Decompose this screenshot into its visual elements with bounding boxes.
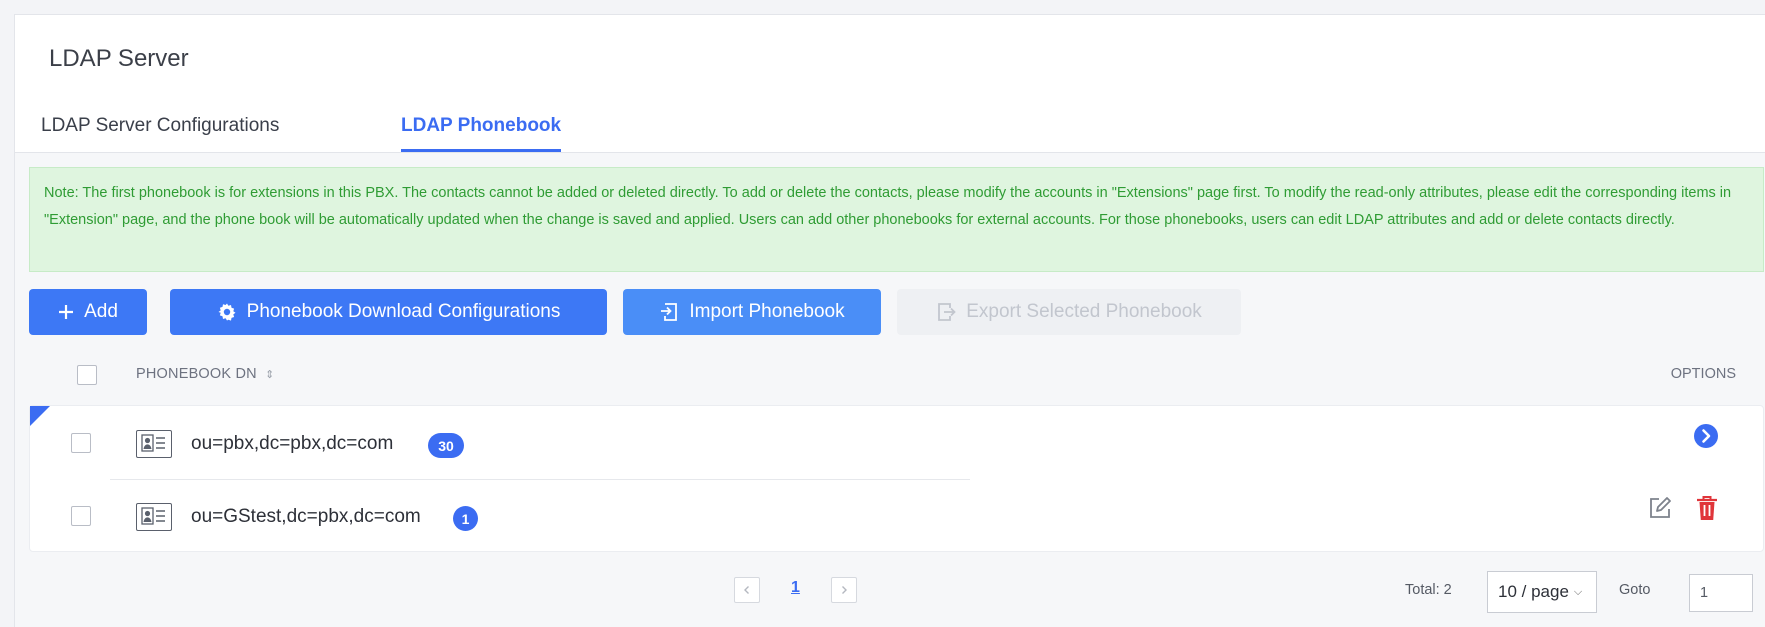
column-header-options: OPTIONS bbox=[1670, 366, 1736, 382]
chevron-right-icon bbox=[842, 586, 847, 594]
go-icon[interactable] bbox=[1693, 423, 1719, 449]
next-page-button[interactable] bbox=[831, 577, 857, 603]
select-all-checkbox[interactable] bbox=[77, 365, 97, 385]
phonebook-icon bbox=[136, 430, 172, 458]
add-button-label: Add bbox=[84, 301, 118, 322]
phonebook-dn: ou=pbx,dc=pbx,dc=com bbox=[191, 433, 394, 454]
sort-icon[interactable]: ⇕ bbox=[265, 369, 274, 381]
config-button-label: Phonebook Download Configurations bbox=[246, 301, 561, 322]
export-button-label: Export Selected Phonebook bbox=[966, 301, 1202, 322]
row-checkbox[interactable] bbox=[71, 433, 91, 453]
page-size-value: 10 / page bbox=[1498, 582, 1569, 601]
page-title: LDAP Server bbox=[49, 45, 189, 72]
import-phonebook-button[interactable]: Import Phonebook bbox=[623, 289, 881, 335]
prev-page-button[interactable] bbox=[734, 577, 760, 603]
column-header-phonebook-dn[interactable]: PHONEBOOK DN ⇕ bbox=[136, 366, 275, 382]
chevron-down-icon: ⌵ bbox=[1573, 585, 1583, 598]
export-selected-phonebook-button[interactable]: Export Selected Phonebook bbox=[897, 289, 1241, 335]
gear-icon bbox=[218, 303, 236, 321]
table-row[interactable]: ou=GStest,dc=pbx,dc=com 1 bbox=[30, 479, 1763, 552]
row-checkbox[interactable] bbox=[71, 506, 91, 526]
phonebook-icon bbox=[136, 503, 172, 531]
page-number[interactable]: 1 bbox=[791, 579, 800, 597]
goto-input[interactable] bbox=[1689, 574, 1753, 612]
edit-icon[interactable] bbox=[1647, 495, 1673, 521]
chevron-left-icon bbox=[744, 586, 749, 594]
column-header-phonebook-dn-label: PHONEBOOK DN bbox=[136, 366, 257, 382]
phonebook-download-configurations-button[interactable]: Phonebook Download Configurations bbox=[170, 289, 607, 335]
delete-icon[interactable] bbox=[1695, 495, 1719, 522]
goto-label: Goto bbox=[1619, 582, 1651, 598]
tab-ldap-server-configurations[interactable]: LDAP Server Configurations bbox=[41, 115, 279, 149]
default-marker bbox=[30, 406, 50, 426]
table-header: PHONEBOOK DN ⇕ OPTIONS bbox=[29, 353, 1764, 397]
total-count: Total: 2 bbox=[1405, 582, 1452, 598]
tab-content: Note: The first phonebook is for extensi… bbox=[15, 153, 1765, 627]
tab-ldap-phonebook[interactable]: LDAP Phonebook bbox=[401, 115, 562, 152]
export-icon bbox=[938, 303, 956, 321]
contact-count-badge: 1 bbox=[453, 506, 478, 531]
tab-bar: LDAP Server Configurations LDAP Phoneboo… bbox=[15, 103, 1765, 153]
page-size-select[interactable]: 10 / page ⌵ bbox=[1487, 571, 1597, 613]
phonebook-dn: ou=GStest,dc=pbx,dc=com bbox=[191, 506, 421, 527]
add-button[interactable]: Add bbox=[29, 289, 147, 335]
app-frame: LDAP Server LDAP Server Configurations L… bbox=[14, 14, 1765, 627]
phonebook-table: ou=pbx,dc=pbx,dc=com 30 ou=GStest,dc=pbx… bbox=[29, 405, 1764, 552]
plus-icon bbox=[59, 305, 74, 319]
pagination: 1 Total: 2 10 / page ⌵ Goto bbox=[15, 571, 1765, 615]
import-button-label: Import Phonebook bbox=[689, 301, 845, 322]
contact-count-badge: 30 bbox=[428, 433, 464, 458]
import-icon bbox=[661, 303, 678, 321]
table-row[interactable]: ou=pbx,dc=pbx,dc=com 30 bbox=[30, 406, 1763, 479]
note-banner: Note: The first phonebook is for extensi… bbox=[29, 167, 1764, 272]
